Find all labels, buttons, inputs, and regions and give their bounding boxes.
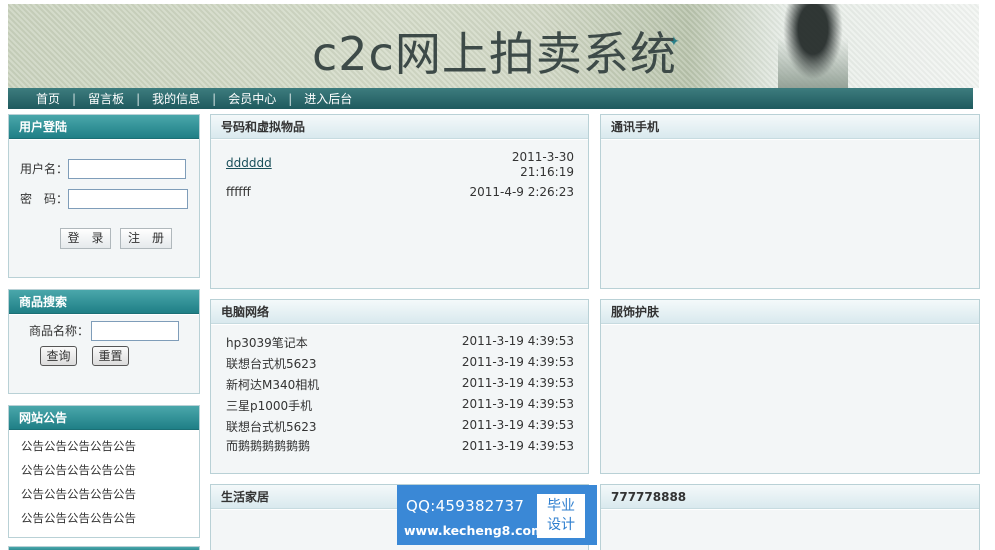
register-button[interactable]: 注 册 (120, 228, 172, 249)
item-link[interactable]: 新柯达M340相机 (226, 376, 319, 393)
search-title: 商品搜索 (9, 290, 199, 314)
query-button[interactable]: 查询 (40, 346, 77, 366)
list-item: hp3039笔记本 2011-3-19 4:39:53 (226, 334, 574, 352)
category-panel-apparel: 服饰护肤 (600, 299, 980, 474)
item-date: 2011-3-19 4:39:53 (461, 355, 574, 369)
list-item: 三星p1000手机 2011-3-19 4:39:53 (226, 397, 574, 415)
watermark-qq: QQ:459382737 (406, 497, 525, 515)
item-date: 2011-3-19 4:39:53 (461, 334, 574, 348)
reset-button[interactable]: 重置 (92, 346, 129, 366)
product-search-panel: 商品搜索 商品名称： 查询 重置 (8, 289, 200, 394)
nav-separator: | (136, 91, 141, 106)
notice-item[interactable]: 公告公告公告公告公告 (21, 438, 136, 454)
notice-item[interactable]: 公告公告公告公告公告 (21, 510, 136, 526)
list-item: dddddd 2011-3-30 21:16:19 (226, 150, 574, 182)
item-date: 2011-3-19 4:39:53 (461, 439, 574, 453)
watermark-site: www.kecheng8.com (404, 523, 545, 538)
notice-body: 公告公告公告公告公告 公告公告公告公告公告 公告公告公告公告公告 公告公告公告公… (9, 431, 199, 537)
product-name-label: 商品名称： (29, 324, 90, 338)
notice-item[interactable]: 公告公告公告公告公告 (21, 462, 136, 478)
list-item: 联想台式机5623 2011-3-19 4:39:53 (226, 418, 574, 436)
banner-figure-image (778, 4, 848, 88)
item-time: 21:16:19 (520, 165, 574, 179)
list-item: ffffff 2011-4-9 2:26:23 (226, 185, 574, 203)
nav-my-info[interactable]: 我的信息 (152, 90, 200, 107)
site-banner: ✦ c2c网上拍卖系统 (8, 4, 979, 88)
category-title: 777778888 (601, 485, 979, 509)
watermark-badge-line1: 毕业 (547, 498, 575, 514)
login-panel: 用户登陆 用户名： 密 码： 登 录 注 册 (8, 114, 200, 278)
category-body: dddddd 2011-3-30 21:16:19 ffffff 2011-4-… (211, 140, 588, 288)
left-panel-partial (8, 546, 200, 550)
category-panel-777778888: 777778888 (600, 484, 980, 550)
item-date: 2011-3-19 4:39:53 (461, 397, 574, 411)
nav-home[interactable]: 首页 (36, 90, 60, 107)
site-notice-panel: 网站公告 公告公告公告公告公告 公告公告公告公告公告 公告公告公告公告公告 公告… (8, 405, 200, 538)
category-panel-computers: 电脑网络 hp3039笔记本 2011-3-19 4:39:53 联想台式机56… (210, 299, 589, 474)
password-input[interactable] (68, 189, 188, 209)
nav-message-board[interactable]: 留言板 (88, 90, 124, 107)
item-link[interactable]: ffffff (226, 185, 251, 199)
list-item: 联想台式机5623 2011-3-19 4:39:53 (226, 355, 574, 373)
item-link[interactable]: 三星p1000手机 (226, 397, 312, 414)
product-name-input[interactable] (91, 321, 179, 341)
watermark-overlay: QQ:459382737 www.kecheng8.com 毕业 设计 (397, 485, 597, 545)
category-body (601, 510, 979, 550)
item-date: 2011-3-30 (511, 150, 574, 164)
nav-separator: | (72, 91, 77, 106)
category-title: 通讯手机 (601, 115, 979, 139)
category-panel-virtual: 号码和虚拟物品 dddddd 2011-3-30 21:16:19 ffffff… (210, 114, 589, 289)
item-link[interactable]: 而鹅鹅鹅鹅鹅鹅 (226, 437, 310, 454)
notice-item[interactable]: 公告公告公告公告公告 (21, 486, 136, 502)
password-label: 密 码： (20, 192, 69, 206)
category-body (601, 325, 979, 473)
search-body: 商品名称： 查询 重置 (9, 315, 199, 393)
login-button[interactable]: 登 录 (60, 228, 111, 249)
notice-title: 网站公告 (9, 406, 199, 430)
item-link[interactable]: hp3039笔记本 (226, 334, 308, 351)
username-label: 用户名： (20, 162, 69, 176)
item-date: 2011-3-19 4:39:53 (461, 418, 574, 432)
category-title: 号码和虚拟物品 (211, 115, 588, 139)
item-date: 2011-4-9 2:26:23 (469, 185, 574, 199)
watermark-badge: 毕业 设计 (537, 494, 585, 538)
nav-separator: | (212, 91, 217, 106)
category-title: 服饰护肤 (601, 300, 979, 324)
watermark-badge-line2: 设计 (547, 517, 575, 533)
site-title: c2c网上拍卖系统 (312, 27, 677, 81)
main-nav: 首页 | 留言板 | 我的信息 | 会员中心 | 进入后台 (8, 88, 973, 109)
item-link[interactable]: dddddd (226, 156, 272, 170)
nav-separator: | (288, 91, 293, 106)
login-body: 用户名： 密 码： 登 录 注 册 (9, 140, 199, 277)
item-link[interactable]: 联想台式机5623 (226, 418, 317, 435)
category-body: hp3039笔记本 2011-3-19 4:39:53 联想台式机5623 20… (211, 325, 588, 473)
nav-member-center[interactable]: 会员中心 (228, 90, 276, 107)
login-title: 用户登陆 (9, 115, 199, 139)
list-item: 而鹅鹅鹅鹅鹅鹅 2011-3-19 4:39:53 (226, 437, 574, 455)
nav-admin[interactable]: 进入后台 (304, 90, 352, 107)
category-panel-phones: 通讯手机 (600, 114, 980, 289)
item-date: 2011-3-19 4:39:53 (461, 376, 574, 390)
item-link[interactable]: 联想台式机5623 (226, 355, 317, 372)
username-input[interactable] (68, 159, 186, 179)
list-item: 新柯达M340相机 2011-3-19 4:39:53 (226, 376, 574, 394)
category-title: 电脑网络 (211, 300, 588, 324)
category-body (601, 140, 979, 288)
